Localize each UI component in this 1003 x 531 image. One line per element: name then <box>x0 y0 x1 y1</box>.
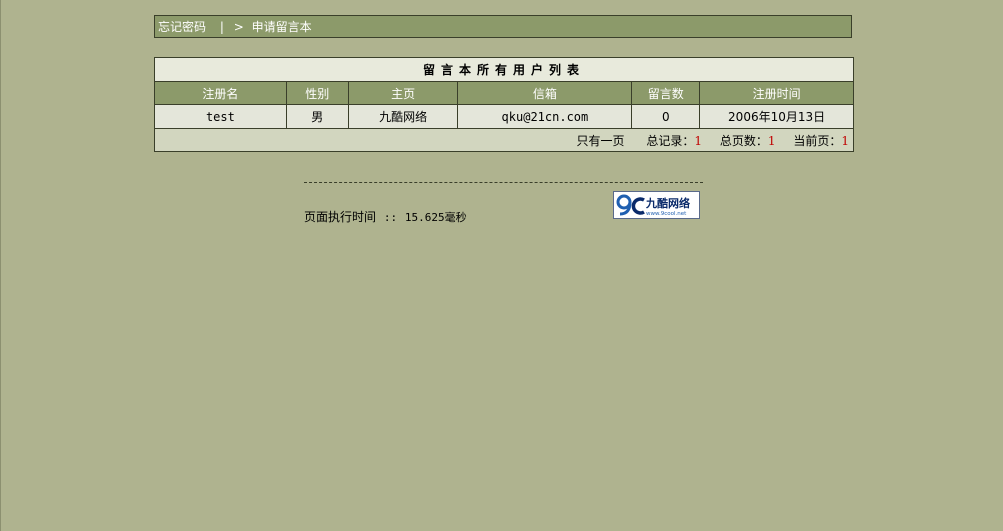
col-header-homepage: 主页 <box>347 81 459 105</box>
user-list-table: 留言本所有用户列表 注册名 性别 主页 信箱 留言数 注册时间 test 男 九… <box>154 57 854 152</box>
9cool-logo[interactable]: 九酷网络 www.9cool.net <box>613 191 700 219</box>
table-header-row: 注册名 性别 主页 信箱 留言数 注册时间 <box>154 81 854 105</box>
current-page-label: 当前页： <box>793 133 842 148</box>
cell-email[interactable]: qku@21cn.com <box>457 104 633 129</box>
cell-name[interactable]: test <box>154 104 287 129</box>
col-header-count: 留言数 <box>631 81 701 105</box>
cell-gender: 男 <box>285 104 349 129</box>
col-header-reg-time: 注册时间 <box>699 81 854 105</box>
exec-time: 页面执行时间 :: 15.625毫秒 <box>304 208 467 225</box>
only-one-page-label: 只有一页 <box>576 133 625 148</box>
total-records-value: 1 <box>694 133 703 148</box>
9cool-logo-icon: 九酷网络 www.9cool.net <box>616 194 690 217</box>
total-records-label: 总记录： <box>646 133 695 148</box>
exec-time-value: 15.625毫秒 <box>404 211 467 224</box>
cell-count: 0 <box>631 104 701 129</box>
logo-url-text: www.9cool.net <box>646 211 687 217</box>
total-pages-value: 1 <box>767 133 776 148</box>
col-header-gender: 性别 <box>285 81 349 105</box>
table-title: 留言本所有用户列表 <box>154 57 854 82</box>
logo-text: 九酷网络 <box>645 196 690 210</box>
col-header-email: 信箱 <box>457 81 633 105</box>
total-pages-label: 总页数： <box>719 133 768 148</box>
top-nav-bar: 忘记密码 | > 申请留言本 <box>154 15 852 38</box>
forgot-password-link[interactable]: 忘记密码 <box>158 20 206 34</box>
exec-time-sep: :: <box>383 211 398 224</box>
pager: 只有一页 总记录：1 总页数：1 当前页：1 <box>154 128 854 152</box>
footer-divider <box>304 182 703 183</box>
apply-guestbook-link[interactable]: 申请留言本 <box>252 20 312 34</box>
table-row: test 男 九酷网络 qku@21cn.com 0 2006年10月13日 <box>154 104 854 129</box>
arrow-icon: > <box>233 20 244 34</box>
nav-separator: | <box>219 20 224 34</box>
current-page-value: 1 <box>841 133 849 148</box>
cell-homepage[interactable]: 九酷网络 <box>347 104 459 129</box>
col-header-name: 注册名 <box>154 81 287 105</box>
cell-reg-time: 2006年10月13日 <box>699 104 854 129</box>
exec-time-label: 页面执行时间 <box>304 210 377 224</box>
